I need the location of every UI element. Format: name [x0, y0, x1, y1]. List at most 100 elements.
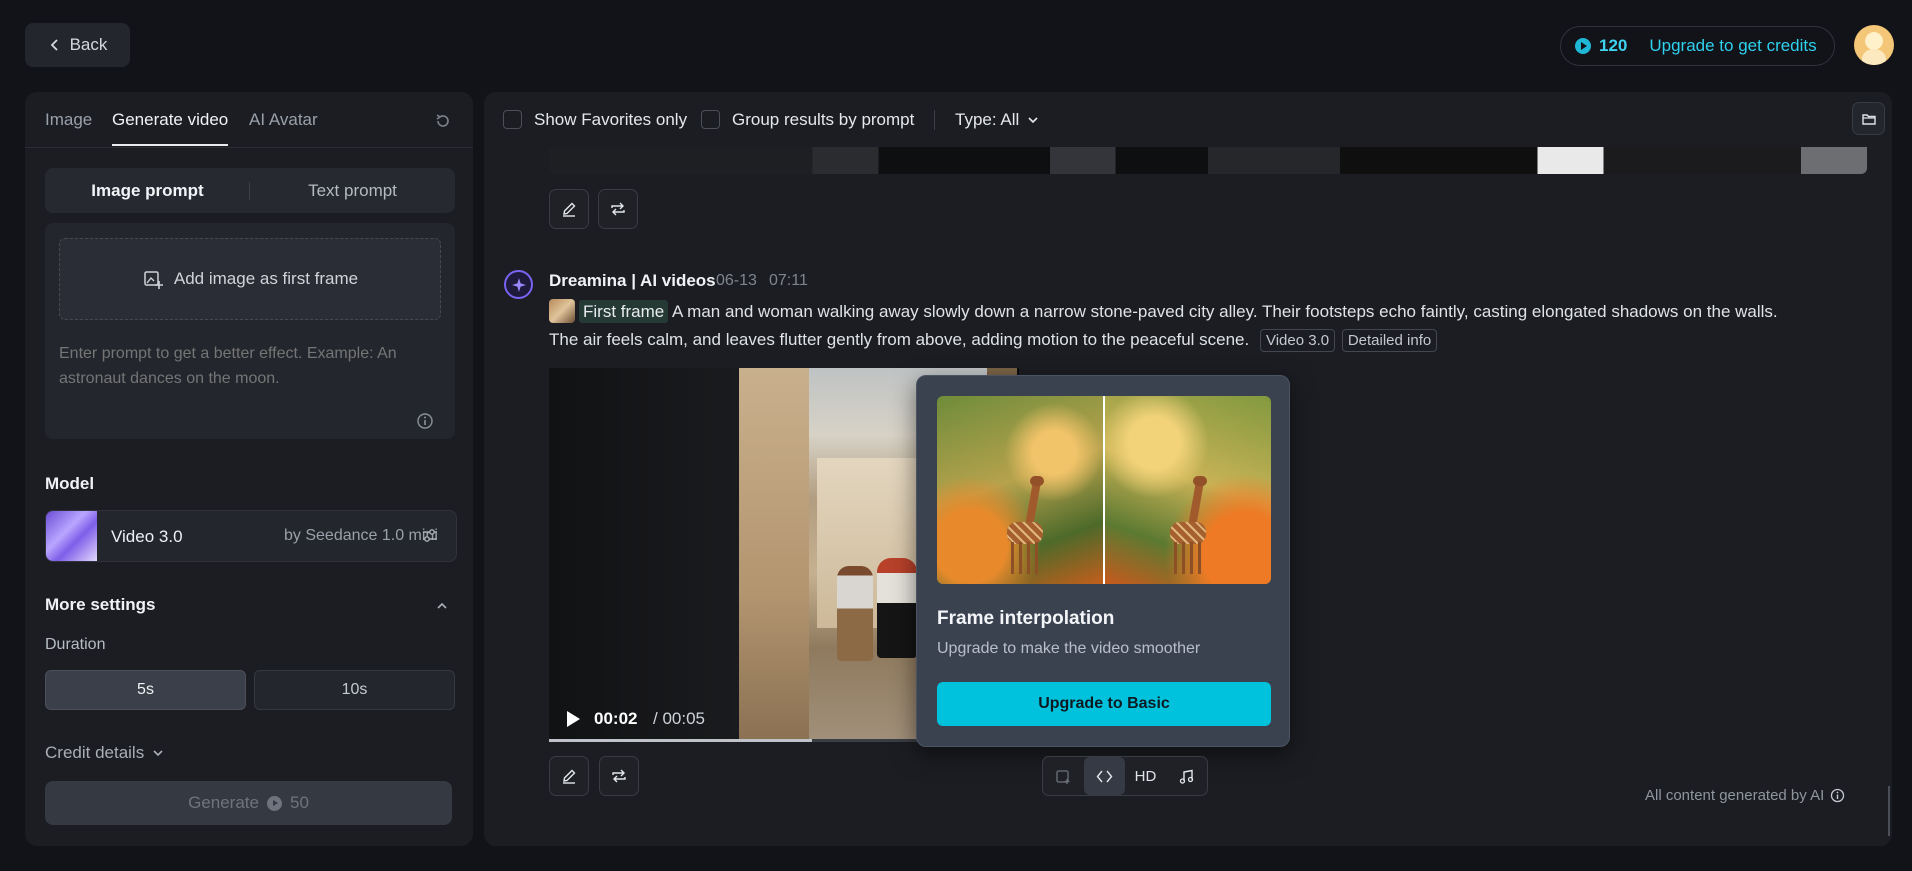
- duration-5s-button[interactable]: 5s: [45, 670, 246, 710]
- group-by-prompt-checkbox[interactable]: [701, 110, 720, 129]
- frame-add-icon: [1056, 769, 1070, 784]
- duration-label: Duration: [45, 636, 106, 653]
- prompt-text-2: The air feels calm, and leaves flutter g…: [549, 330, 1250, 349]
- favorites-label: Show Favorites only: [534, 110, 688, 129]
- more-settings-toggle[interactable]: More settings: [45, 595, 455, 617]
- hd-upscale-button[interactable]: HD: [1125, 757, 1166, 795]
- type-filter-dropdown[interactable]: Type: All: [955, 110, 1039, 130]
- model-provider: by Seedance 1.0 mini: [284, 527, 438, 544]
- folder-button[interactable]: [1852, 102, 1885, 135]
- model-section-label: Model: [45, 474, 95, 493]
- more-settings-label: More settings: [45, 595, 156, 614]
- video-current-time: 00:02: [594, 709, 638, 728]
- regenerate-button-previous[interactable]: [598, 189, 638, 229]
- folder-icon: [1861, 113, 1876, 125]
- prompt-mode-toggle: Image prompt Text prompt: [45, 168, 455, 213]
- ai-disclaimer-text: All content generated by AI: [1645, 787, 1825, 804]
- popover-subtitle: Upgrade to make the video smoother: [937, 640, 1201, 657]
- results-scrollbar[interactable]: [1888, 786, 1890, 836]
- music-note-icon: [1179, 769, 1194, 784]
- top-bar: Back 120 Upgrade to get credits: [0, 0, 1912, 92]
- results-panel: Show Favorites only Group results by pro…: [484, 92, 1892, 846]
- generation-time: 07:11: [769, 272, 808, 289]
- credit-coin-icon: [266, 795, 282, 811]
- add-first-frame-button[interactable]: Add image as first frame: [59, 238, 441, 320]
- alley-wall-left: [739, 368, 809, 742]
- interpolation-icon: [1096, 770, 1113, 782]
- info-icon[interactable]: [416, 412, 434, 430]
- tab-ai-avatar[interactable]: AI Avatar: [249, 110, 318, 130]
- generate-button[interactable]: Generate 50: [45, 781, 452, 825]
- giraffe-figure: [1166, 476, 1212, 576]
- sliders-icon[interactable]: [421, 527, 439, 545]
- image-prompt-button[interactable]: Image prompt: [45, 168, 250, 213]
- interpolation-preview-image: [937, 396, 1271, 584]
- generate-cost: 50: [289, 793, 309, 812]
- previous-result-strip[interactable]: [549, 147, 1867, 174]
- walking-couple: [837, 558, 927, 663]
- play-icon[interactable]: [565, 711, 581, 727]
- man-figure: [837, 566, 873, 661]
- ai-disclaimer: All content generated by AI: [1645, 787, 1845, 804]
- prompt-input[interactable]: [59, 341, 439, 393]
- prompt-text-line-1: First frame A man and woman walking away…: [549, 298, 1869, 326]
- add-image-icon: [144, 271, 163, 289]
- popover-title: Frame interpolation: [937, 608, 1115, 629]
- first-frame-thumbnail[interactable]: [549, 299, 575, 323]
- generation-date: 06-13: [716, 272, 757, 289]
- video-tools: HD: [1042, 756, 1208, 796]
- chevron-left-icon: [50, 39, 58, 51]
- model-tag[interactable]: Video 3.0: [1259, 329, 1336, 352]
- chevron-down-icon: [1028, 117, 1038, 124]
- filter-bar: Show Favorites only Group results by pro…: [484, 92, 1892, 147]
- generation-title: Dreamina | AI videos: [549, 271, 716, 290]
- repeat-icon: [611, 202, 625, 216]
- credit-coin-icon: [1575, 38, 1591, 54]
- credit-details-label: Credit details: [45, 743, 145, 762]
- edit-button-previous[interactable]: [549, 189, 589, 229]
- woman-figure: [877, 558, 917, 658]
- edit-icon: [563, 769, 576, 784]
- prompt-text-1: A man and woman walking away slowly down…: [672, 302, 1778, 321]
- tab-generate-video[interactable]: Generate video: [112, 110, 229, 146]
- detailed-info-tag[interactable]: Detailed info: [1341, 329, 1438, 352]
- repeat-icon: [612, 769, 626, 783]
- first-frame-chip[interactable]: First frame: [579, 300, 669, 323]
- credit-details-toggle[interactable]: Credit details: [45, 743, 164, 763]
- regenerate-button[interactable]: [599, 756, 639, 796]
- back-button[interactable]: Back: [25, 23, 130, 67]
- left-panel: Image Generate video AI Avatar Image pro…: [25, 92, 473, 846]
- info-icon[interactable]: [1830, 788, 1845, 803]
- duration-10s-button[interactable]: 10s: [254, 670, 455, 710]
- frame-interpolation-popover: Frame interpolation Upgrade to make the …: [916, 375, 1290, 747]
- edit-button[interactable]: [549, 756, 589, 796]
- upgrade-credits-link[interactable]: Upgrade to get credits: [1649, 36, 1816, 56]
- extend-frame-button[interactable]: [1043, 757, 1084, 795]
- type-filter-label: Type: All: [955, 110, 1020, 129]
- frame-interpolation-button[interactable]: [1084, 757, 1125, 795]
- user-avatar[interactable]: [1854, 25, 1894, 65]
- video-total-time: / 00:05: [653, 709, 705, 728]
- model-name: Video 3.0: [111, 527, 183, 546]
- preview-before: [937, 396, 1104, 584]
- prompt-text-line-2: The air feels calm, and leaves flutter g…: [549, 326, 1869, 354]
- giraffe-figure: [1003, 476, 1049, 576]
- comparison-divider: [1103, 396, 1105, 584]
- video-progress-fill: [549, 739, 813, 742]
- group-by-prompt-label: Group results by prompt: [732, 110, 915, 129]
- credit-count: 120: [1599, 36, 1628, 55]
- filter-divider: [934, 110, 935, 130]
- preview-after: [1104, 396, 1271, 584]
- text-prompt-button[interactable]: Text prompt: [250, 168, 455, 213]
- add-audio-button[interactable]: [1166, 757, 1207, 795]
- credits-pill[interactable]: 120 Upgrade to get credits: [1560, 26, 1835, 66]
- chevron-up-icon: [437, 602, 447, 609]
- model-selector[interactable]: Video 3.0 by Seedance 1.0 mini: [45, 510, 457, 562]
- upgrade-to-basic-button[interactable]: Upgrade to Basic: [937, 682, 1271, 726]
- edit-icon: [563, 202, 576, 217]
- favorites-checkbox[interactable]: [503, 110, 522, 129]
- tab-image[interactable]: Image: [45, 110, 92, 130]
- sparkle-icon: [511, 277, 526, 292]
- refresh-icon[interactable]: [434, 112, 452, 130]
- prompt-box: Add image as first frame: [45, 223, 455, 439]
